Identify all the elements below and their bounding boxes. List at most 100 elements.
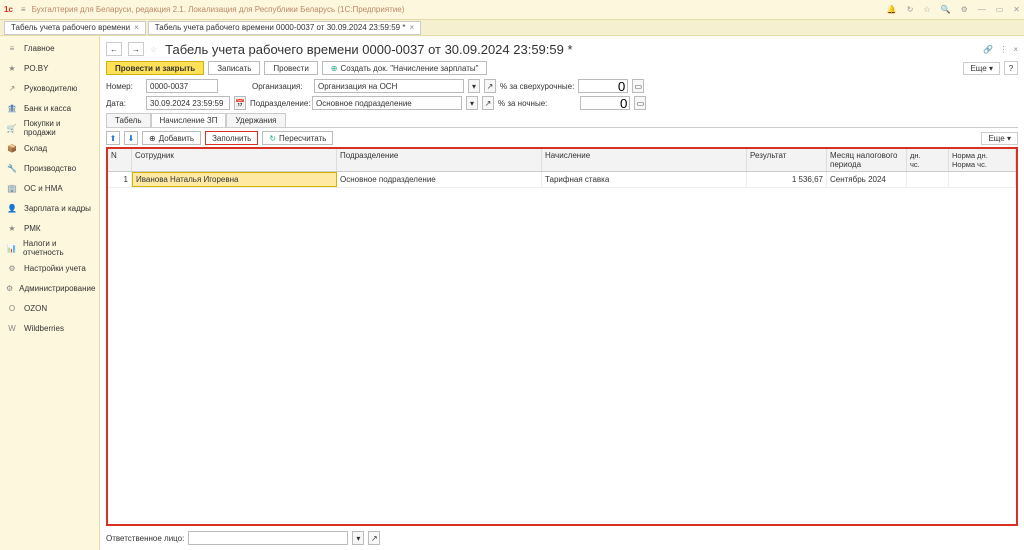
app-logo: 1c [4,5,13,14]
app-title: Бухгалтерия для Беларуси, редакция 2.1. … [32,5,887,14]
sidebar-icon: ≡ [6,44,18,53]
create-payroll-button[interactable]: ⊕Создать док. "Начисление зарплаты" [322,61,488,75]
responsible-input[interactable] [188,531,348,545]
sidebar-item-5[interactable]: 📦Склад [0,138,99,158]
sidebar-item-0[interactable]: ≡Главное [0,38,99,58]
cell-result: 1 536,67 [747,172,827,187]
sidebar-item-6[interactable]: 🔧Производство [0,158,99,178]
nav-back-button[interactable]: ← [106,42,122,56]
sidebar-icon: 👤 [6,204,18,213]
sidebar-item-13[interactable]: OOZON [0,298,99,318]
col-period[interactable]: Месяц налогового периода [827,149,907,171]
cell-dept: Основное подразделение [337,172,542,187]
btn-label: Еще [988,134,1004,143]
dept-open-button[interactable]: ↗ [482,96,494,110]
add-row-button[interactable]: ⊕Добавить [142,131,201,145]
sidebar-label: Wildberries [24,324,64,333]
help-button[interactable]: ? [1004,61,1018,75]
max-icon[interactable]: ▭ [996,5,1004,14]
favorite-icon[interactable]: ☆ [150,45,157,54]
post-button[interactable]: Провести [264,61,317,75]
search-icon[interactable]: 🔍 [941,5,951,14]
sidebar-item-1[interactable]: ★PO.BY [0,58,99,78]
tab-timesheet-list[interactable]: Табель учета рабочего времени × [4,21,146,35]
sidebar-item-9[interactable]: ★РМК [0,218,99,238]
more-icon[interactable]: ⋮ [999,45,1007,54]
sidebar-item-12[interactable]: ⚙Администрирование [0,278,99,298]
cell-employee[interactable]: Иванова Наталья Игоревна [132,172,337,187]
doc-title: Табель учета рабочего времени 0000-0037 … [165,42,572,57]
overtime-stepper[interactable]: ▭ [632,79,644,93]
row-up-button[interactable]: ⬆ [106,131,120,145]
sidebar-item-14[interactable]: W Wildberries [0,318,99,338]
number-input[interactable]: 0000-0037 [146,79,218,93]
sidebar-label: Покупки и продажи [24,119,93,137]
nav-fwd-button[interactable]: → [128,42,144,56]
table-row[interactable]: 1 Иванова Наталья Игоревна Основное подр… [108,172,1016,188]
col-norm[interactable]: Норма дн. Норма чс. [949,149,1016,171]
org-input[interactable]: Организация на ОСН [314,79,464,93]
sidebar-icon: 📊 [6,244,17,253]
sidebar-item-4[interactable]: 🛒 Покупки и продажи [0,118,99,138]
params-icon[interactable]: ⚙ [961,5,968,14]
sidebar-icon: 🛒 [6,124,18,133]
sidebar-label: Руководителю [24,84,77,93]
responsible-label: Ответственное лицо: [106,534,184,543]
col-days[interactable]: дн. чс. [907,149,949,171]
close-panel-icon[interactable]: × [1013,45,1018,54]
write-button[interactable]: Записать [208,61,260,75]
menu-icon[interactable]: ≡ [21,5,26,14]
responsible-dropdown[interactable]: ▾ [352,531,364,545]
tab-timesheet-doc[interactable]: Табель учета рабочего времени 0000-0037 … [148,21,421,35]
col-result[interactable]: Результат [747,149,827,171]
star-icon[interactable]: ☆ [923,5,930,14]
overtime-input[interactable] [578,79,628,93]
doctab-payroll[interactable]: Начисление ЗП [151,113,227,127]
row-down-button[interactable]: ⬇ [124,131,138,145]
btn-label: Еще [970,64,986,73]
sidebar-label: Банк и касса [24,104,71,113]
more-button[interactable]: Еще ▾ [963,62,1000,75]
dept-input[interactable]: Основное подразделение [312,96,462,110]
col-accrual[interactable]: Начисление [542,149,747,171]
doctab-timesheet[interactable]: Табель [106,113,151,127]
night-stepper[interactable]: ▭ [634,96,646,110]
dept-dropdown-button[interactable]: ▾ [466,96,478,110]
col-dept[interactable]: Подразделение [337,149,542,171]
bell-icon[interactable]: 🔔 [887,5,897,14]
tab-close-icon[interactable]: × [134,23,139,32]
night-input[interactable] [580,96,630,110]
close-icon[interactable]: ✕ [1013,5,1020,14]
sidebar-item-2[interactable]: ↗Руководителю [0,78,99,98]
date-label: Дата: [106,99,142,108]
responsible-open[interactable]: ↗ [368,531,380,545]
post-close-button[interactable]: Провести и закрыть [106,61,204,75]
sidebar-label: Налоги и отчетность [23,239,93,257]
sidebar-label: Производство [24,164,76,173]
doctab-deductions[interactable]: Удержания [226,113,285,127]
fill-button[interactable]: Заполнить [205,131,258,145]
sidebar-label: РМК [24,224,41,233]
date-input[interactable]: 30.09.2024 23:59:59 [146,96,230,110]
sidebar-item-7[interactable]: 🏢ОС и НМА [0,178,99,198]
sidebar-item-11[interactable]: ⚙Настройки учета [0,258,99,278]
history-icon[interactable]: ↻ [907,5,914,14]
table-more-button[interactable]: Еще ▾ [981,132,1018,145]
col-employee[interactable]: Сотрудник [132,149,337,171]
sidebar-label: Настройки учета [24,264,86,273]
col-n[interactable]: N [108,149,132,171]
sidebar-icon: W [6,324,18,333]
recalc-button[interactable]: ↻Пересчитать [262,131,333,145]
org-dropdown-button[interactable]: ▾ [468,79,480,93]
sidebar-item-3[interactable]: 🏦 Банк и касса [0,98,99,118]
org-open-button[interactable]: ↗ [484,79,496,93]
tab-close-icon[interactable]: × [409,23,414,32]
night-label: % за ночные: [498,99,547,108]
sidebar-icon: 🏢 [6,184,18,193]
sidebar-icon: 🏦 [6,104,18,113]
sidebar-item-8[interactable]: 👤Зарплата и кадры [0,198,99,218]
sidebar-item-10[interactable]: 📊 Налоги и отчетность [0,238,99,258]
min-icon[interactable]: — [978,5,986,14]
calendar-button[interactable]: 📅 [234,96,246,110]
link-icon[interactable]: 🔗 [983,45,993,54]
